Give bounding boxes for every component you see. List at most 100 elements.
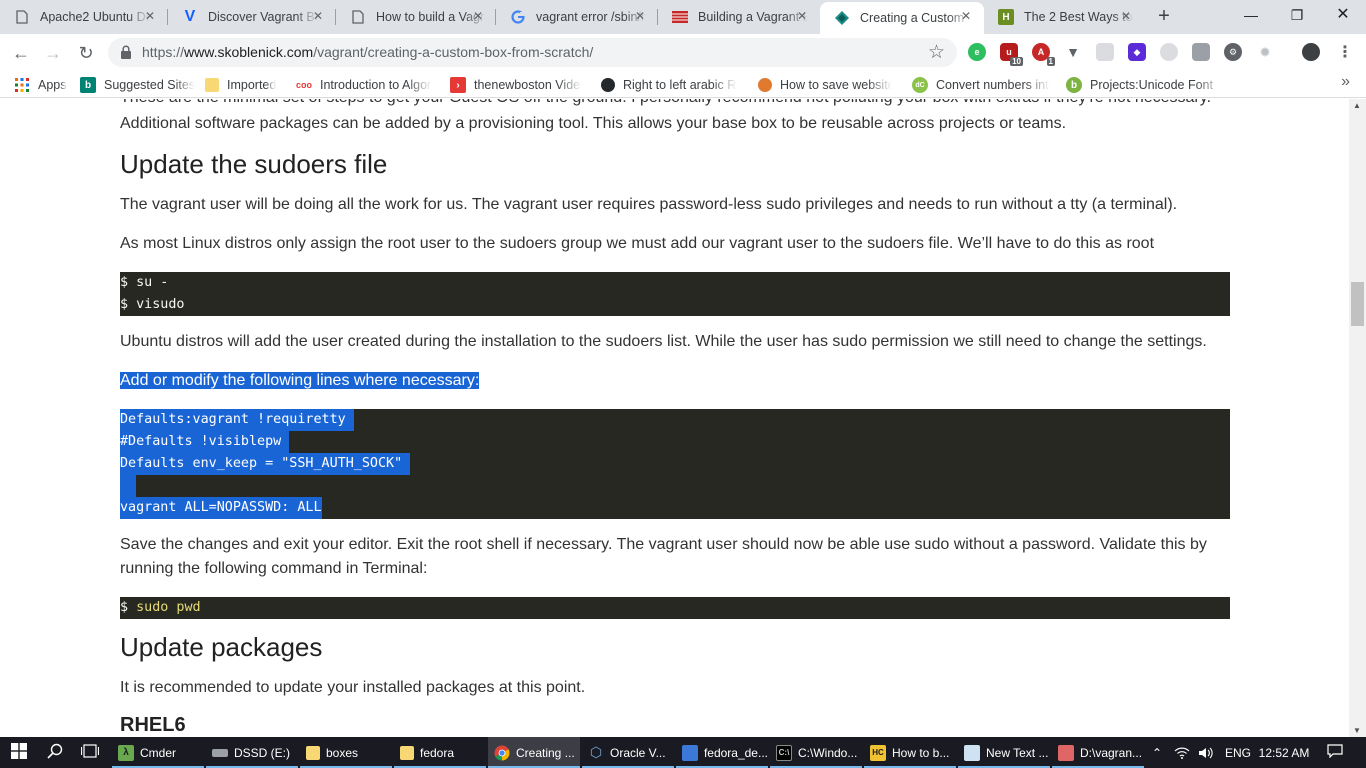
start-button[interactable]: [0, 737, 38, 768]
bookmark-convert-numbers[interactable]: dC Convert numbers into: [912, 75, 1050, 95]
intro-paragraph-top: These are the minimal set of steps to ge…: [120, 99, 1211, 110]
vagrant-icon: V: [184, 8, 196, 25]
bookmark-unicode-font[interactable]: b Projects:Unicode Font: [1066, 75, 1224, 95]
taskbar-app-cmder[interactable]: λ Cmder: [112, 737, 204, 768]
close-icon[interactable]: ✕: [142, 9, 158, 23]
taskbar-app-howto[interactable]: HC How to b...: [864, 737, 956, 768]
taskbar-app-boxes[interactable]: boxes: [300, 737, 392, 768]
close-icon[interactable]: ✕: [310, 9, 326, 23]
reload-button[interactable]: ↻: [73, 40, 99, 66]
taskbar-app-git-bash[interactable]: D:\vagran...: [1052, 737, 1144, 768]
tab-best-ways[interactable]: H The 2 Best Ways to ✕: [984, 0, 1144, 34]
tab-building-vagrant-box[interactable]: Building a Vagrant Box ✕: [658, 0, 820, 34]
close-icon[interactable]: ✕: [470, 9, 486, 23]
adblock-icon[interactable]: A1: [1032, 43, 1055, 66]
bookmark-save-websites[interactable]: How to save websites: [758, 75, 892, 95]
taskbar-app-notepad[interactable]: New Text ...: [958, 737, 1050, 768]
paragraph-add-modify: Add or modify the following lines where …: [120, 372, 480, 389]
close-window-button[interactable]: ✕: [1320, 0, 1366, 30]
bookmark-imported[interactable]: Imported: [205, 75, 276, 95]
folder-icon: [205, 78, 219, 92]
close-icon[interactable]: ✕: [632, 9, 648, 23]
windows-taskbar: λ Cmder DSSD (E:) boxes fedora Creating .…: [0, 737, 1366, 768]
skoblenick-icon: [834, 10, 850, 26]
tab-build-vagrant[interactable]: How to build a Vagrant box ✕: [336, 0, 496, 34]
bookmark-star-icon[interactable]: ☆: [928, 41, 945, 64]
evernote-icon[interactable]: e: [968, 43, 986, 61]
url-text[interactable]: https://www.skoblenick.com/vagrant/creat…: [142, 44, 593, 60]
taskbar-app-fedora[interactable]: fedora: [394, 737, 486, 768]
bookmark-suggested-sites[interactable]: b Suggested Sites: [80, 75, 195, 95]
youtube-icon: ›: [450, 77, 466, 93]
tab-discover-vagrant[interactable]: V Discover Vagrant Boxes ✕: [168, 0, 336, 34]
paragraph-save-changes-1: Save the changes and exit your editor. E…: [120, 536, 1207, 553]
disabled-extension-icon[interactable]: [1160, 43, 1178, 61]
cube-icon[interactable]: ◆: [1128, 43, 1146, 61]
address-bar[interactable]: https://www.skoblenick.com/vagrant/creat…: [108, 38, 957, 67]
forward-button[interactable]: →: [40, 40, 66, 66]
new-tab-button[interactable]: +: [1152, 6, 1176, 28]
close-icon[interactable]: ✕: [1118, 9, 1134, 23]
minimize-button[interactable]: —: [1228, 0, 1274, 30]
ublock-icon[interactable]: u 10: [1000, 43, 1023, 66]
scroll-up-arrow-icon[interactable]: ▲: [1353, 101, 1361, 110]
bing-icon: b: [80, 77, 96, 93]
paragraph-vagrant-user: The vagrant user will be doing all the w…: [120, 196, 1178, 213]
bookmark-apps[interactable]: Apps: [14, 75, 67, 95]
dcode-icon: dC: [912, 77, 928, 93]
h-icon: H: [998, 9, 1014, 25]
coursera-icon: coo: [296, 80, 313, 90]
windows-icon: [11, 743, 27, 762]
search-button[interactable]: [38, 737, 72, 768]
profile-avatar[interactable]: [1302, 43, 1320, 61]
volume-icon[interactable]: [1196, 737, 1216, 768]
taskbar-app-image-viewer[interactable]: fedora_de...: [676, 737, 768, 768]
b-icon: b: [1066, 77, 1082, 93]
page-icon: [350, 9, 366, 25]
bookmark-intro-algorithms[interactable]: coo Introduction to Algorithms: [296, 75, 432, 95]
back-button[interactable]: ←: [8, 40, 34, 66]
wifi-icon[interactable]: [1172, 737, 1192, 768]
git-bash-icon: [1058, 744, 1074, 761]
language-indicator[interactable]: ENG: [1222, 737, 1254, 768]
vue-devtools-icon[interactable]: ▼: [1064, 43, 1082, 61]
more-bookmarks-chevron-icon[interactable]: »: [1341, 73, 1350, 91]
screenshot-icon[interactable]: [1192, 43, 1210, 61]
code-line: $ su -: [120, 275, 169, 290]
clock[interactable]: 12:52 AM: [1254, 737, 1314, 768]
restore-button[interactable]: ❐: [1274, 0, 1320, 30]
tab-apache2[interactable]: Apache2 Ubuntu Default Page ✕: [0, 0, 168, 34]
drive-icon: [212, 748, 228, 757]
scroll-down-arrow-icon[interactable]: ▼: [1353, 726, 1361, 735]
menu-kebab-icon[interactable]: ⋮: [1336, 43, 1354, 61]
bookmark-thenewboston[interactable]: › thenewboston Videos: [450, 75, 582, 95]
scroll-thumb[interactable]: [1351, 282, 1364, 326]
intro-paragraph: Additional software packages can be adde…: [120, 115, 1067, 132]
bookmark-rtl-arabic[interactable]: Right to left arabic Rendering: [601, 75, 737, 95]
sun-icon[interactable]: ✹: [1256, 43, 1274, 61]
heading-update-sudoers: Update the sudoers file: [120, 149, 388, 179]
taskbar-app-cmd[interactable]: C:\ C:\Windo...: [770, 737, 862, 768]
action-center-button[interactable]: [1320, 737, 1350, 768]
folder-icon: [400, 745, 414, 760]
close-icon[interactable]: ✕: [794, 9, 810, 23]
browser-toolbar: ← → ↻ https://www.skoblenick.com/vagrant…: [0, 34, 1366, 71]
task-view-button[interactable]: [72, 737, 108, 768]
notepad-icon: [964, 744, 980, 761]
tab-creating-custom-box[interactable]: Creating a Custom Box ✕: [820, 2, 984, 34]
settings-gear-icon[interactable]: ⚙: [1224, 43, 1242, 61]
close-icon[interactable]: ✕: [958, 9, 974, 23]
lock-icon[interactable]: [120, 45, 134, 59]
cmd-icon: C:\: [776, 744, 792, 761]
search-icon: [47, 743, 63, 762]
tray-overflow-chevron-icon[interactable]: ⌃: [1148, 737, 1166, 768]
code-block-sudo-pwd: $ sudo pwd: [120, 597, 1230, 619]
bookmarks-bar: Apps b Suggested Sites Imported coo Intr…: [0, 71, 1366, 98]
tab-vagrant-error[interactable]: vagrant error /sbin/mount ✕: [496, 0, 658, 34]
taskbar-app-chrome[interactable]: Creating ...: [488, 737, 580, 768]
taskbar-app-dssd[interactable]: DSSD (E:): [206, 737, 298, 768]
page-scrollbar[interactable]: ▲ ▼: [1349, 99, 1366, 737]
taskbar-app-virtualbox[interactable]: ⬡ Oracle V...: [582, 737, 674, 768]
food-icon: [758, 78, 772, 92]
clipboard-icon[interactable]: [1096, 43, 1114, 61]
